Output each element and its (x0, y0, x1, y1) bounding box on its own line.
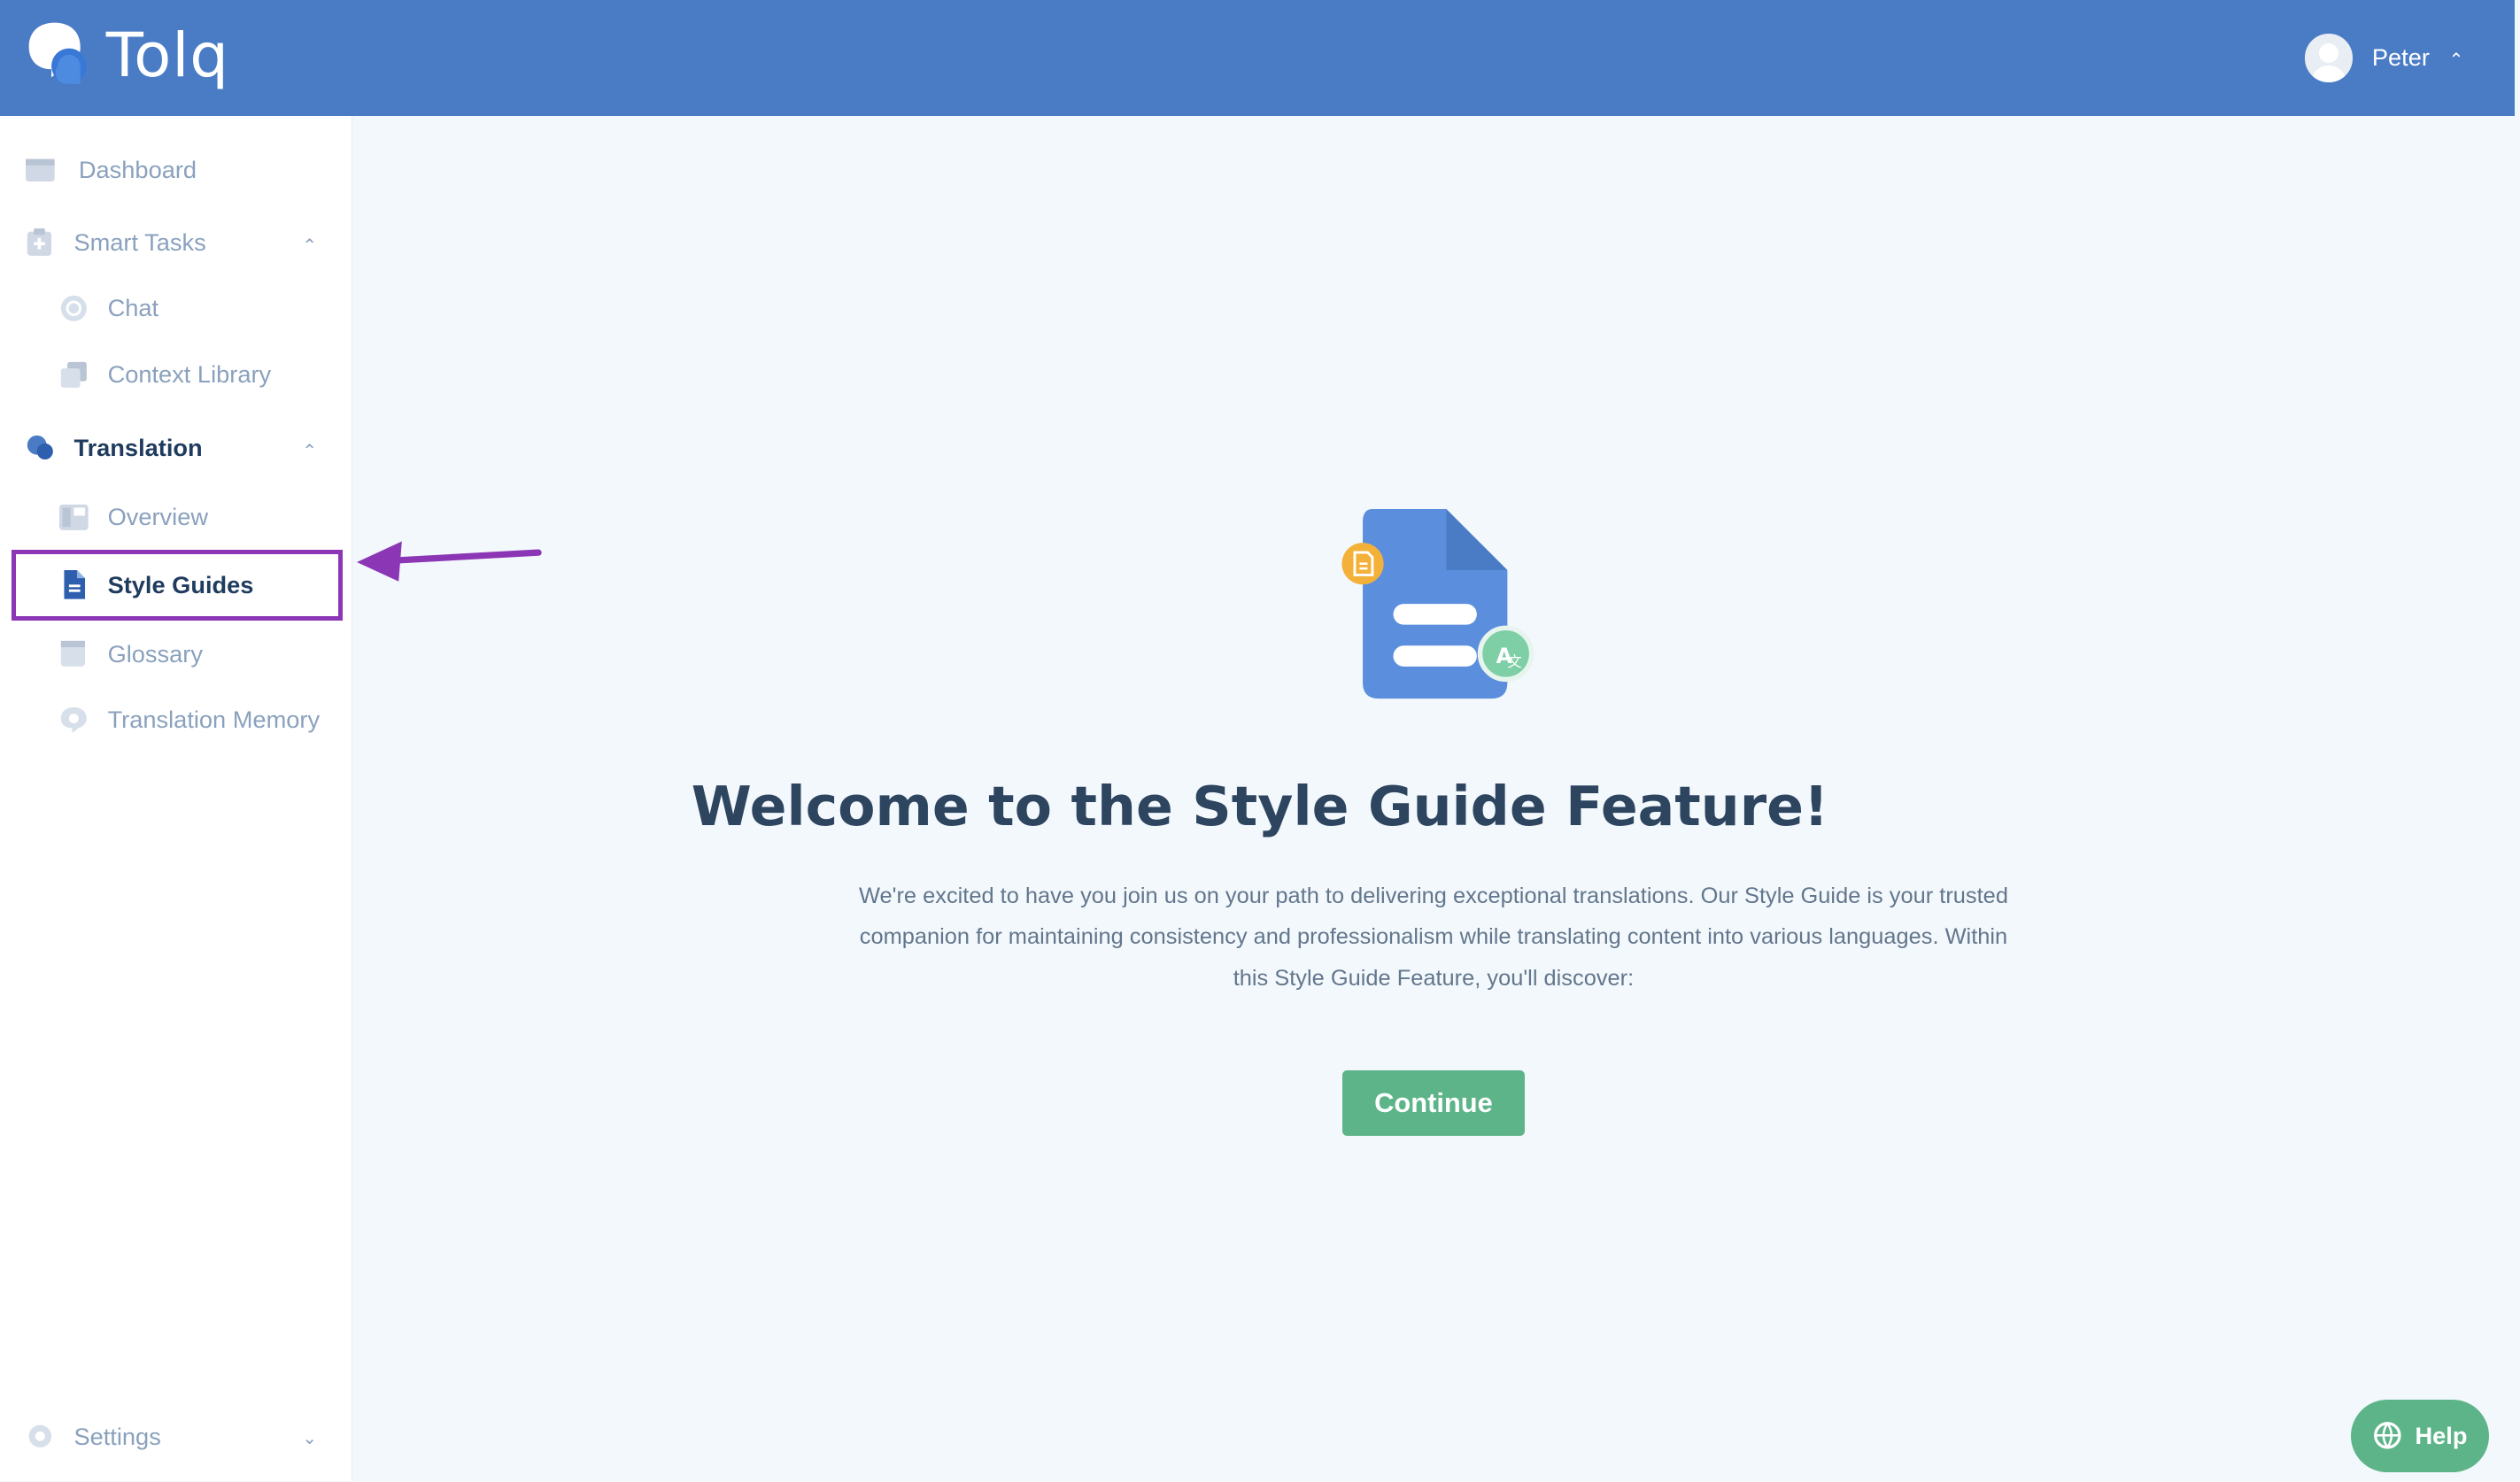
chevron-down-icon[interactable]: ⌄ (302, 1427, 317, 1449)
svg-text:文: 文 (1507, 653, 1521, 670)
sidebar-item-settings[interactable]: Settings (26, 1422, 161, 1451)
sidebar-item-chat[interactable]: Chat (59, 294, 158, 323)
overview-icon (59, 504, 89, 530)
sidebar-item-label: Settings (73, 1422, 161, 1450)
top-header: Tolq Peter ⌃ (0, 0, 2516, 116)
chevron-up-icon[interactable]: ⌃ (302, 440, 317, 462)
user-name[interactable]: Peter (2372, 43, 2430, 72)
sidebar-item-label: Chat (107, 294, 159, 322)
chat-icon (60, 295, 87, 321)
page-title: Welcome to the Style Guide Feature! (691, 774, 1829, 838)
sidebar-item-context-library[interactable]: Context Library (59, 360, 271, 390)
style-guide-document-icon: A 文 (1341, 509, 1534, 699)
sidebar-item-smart-tasks[interactable]: Smart Tasks (26, 228, 206, 258)
gear-icon (28, 1424, 52, 1448)
translation-icon (27, 435, 53, 460)
sidebar-item-translation-memory[interactable]: Translation Memory (59, 706, 320, 735)
tasks-icon (27, 228, 52, 256)
help-globe-icon (2374, 1422, 2401, 1449)
sidebar-item-label: Context Library (107, 359, 272, 388)
sidebar-item-glossary[interactable]: Glossary (59, 639, 203, 668)
chevron-up-icon[interactable]: ⌃ (2449, 49, 2464, 71)
avatar[interactable] (2304, 34, 2354, 82)
user-menu[interactable]: Peter ⌃ (2304, 30, 2464, 85)
sidebar-item-translation[interactable]: Translation (26, 434, 203, 463)
dashboard-icon (26, 158, 55, 182)
help-button[interactable]: Help (2351, 1399, 2490, 1472)
brand-name[interactable]: Tolq (106, 19, 229, 93)
memory-icon (60, 706, 87, 733)
library-icon (60, 361, 87, 388)
sidebar-item-overview[interactable]: Overview (59, 503, 208, 532)
sidebar-item-dashboard[interactable]: Dashboard (26, 156, 197, 185)
chevron-up-icon[interactable]: ⌃ (302, 235, 317, 257)
glossary-icon (60, 641, 86, 668)
welcome-description: We're excited to have you join us on you… (858, 884, 2008, 991)
sidebar-item-label: Translation Memory (107, 706, 321, 734)
sidebar-item-label: Glossary (107, 639, 203, 668)
sidebar-item-label: Smart Tasks (73, 228, 206, 257)
sidebar-item-label: Dashboard (78, 156, 197, 184)
help-label: Help (2415, 1421, 2468, 1449)
continue-button[interactable]: Continue (1341, 1069, 1526, 1137)
annotation-highlight-box (11, 549, 343, 621)
sidebar-item-label: Overview (107, 503, 208, 531)
tolq-logo-icon[interactable] (26, 19, 93, 87)
sidebar-item-label: Translation (73, 434, 203, 462)
